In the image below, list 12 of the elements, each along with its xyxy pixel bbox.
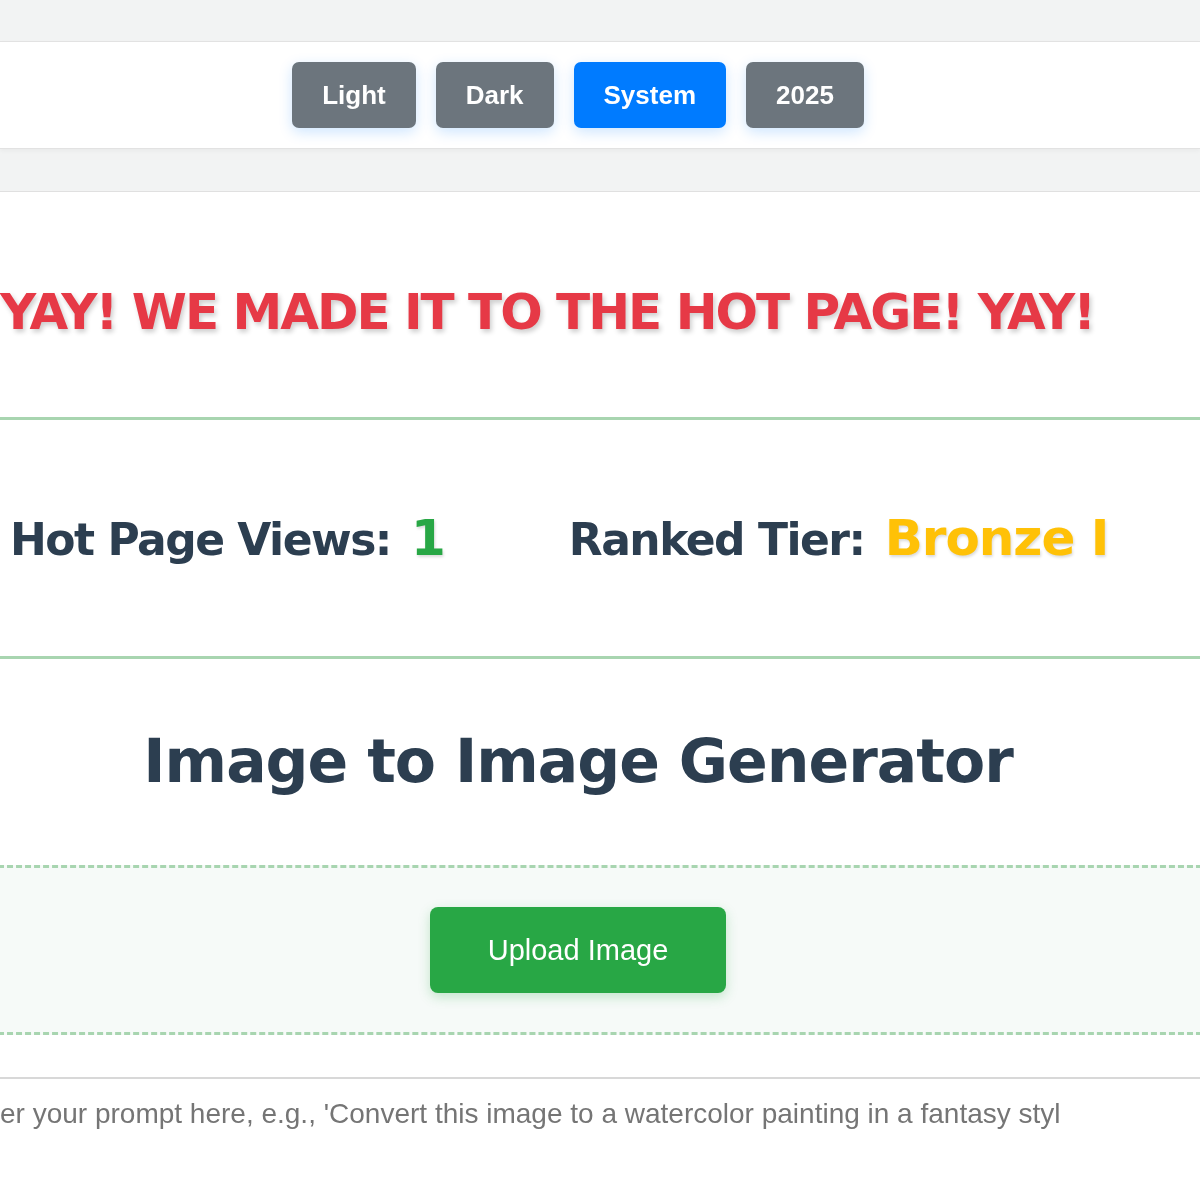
upload-button[interactable]: Upload Image (430, 907, 726, 993)
theme-button[interactable]: Light (292, 62, 416, 128)
generator-title: Image to Image Generator (143, 725, 1015, 798)
stat-label: Hot Page Views: (10, 514, 391, 565)
theme-button[interactable]: Dark (435, 62, 554, 128)
upload-zone[interactable]: Upload Image (0, 865, 1200, 1035)
stat-label: Ranked Tier: (568, 514, 865, 565)
theme-button[interactable]: 2025 (746, 62, 864, 128)
banner-headline: YAY! WE MADE IT TO THE HOT PAGE! YAY! (0, 282, 1094, 341)
stat-value: Bronze I (884, 509, 1109, 567)
theme-button[interactable]: System (573, 62, 726, 128)
stat-value: 1 (410, 509, 445, 567)
